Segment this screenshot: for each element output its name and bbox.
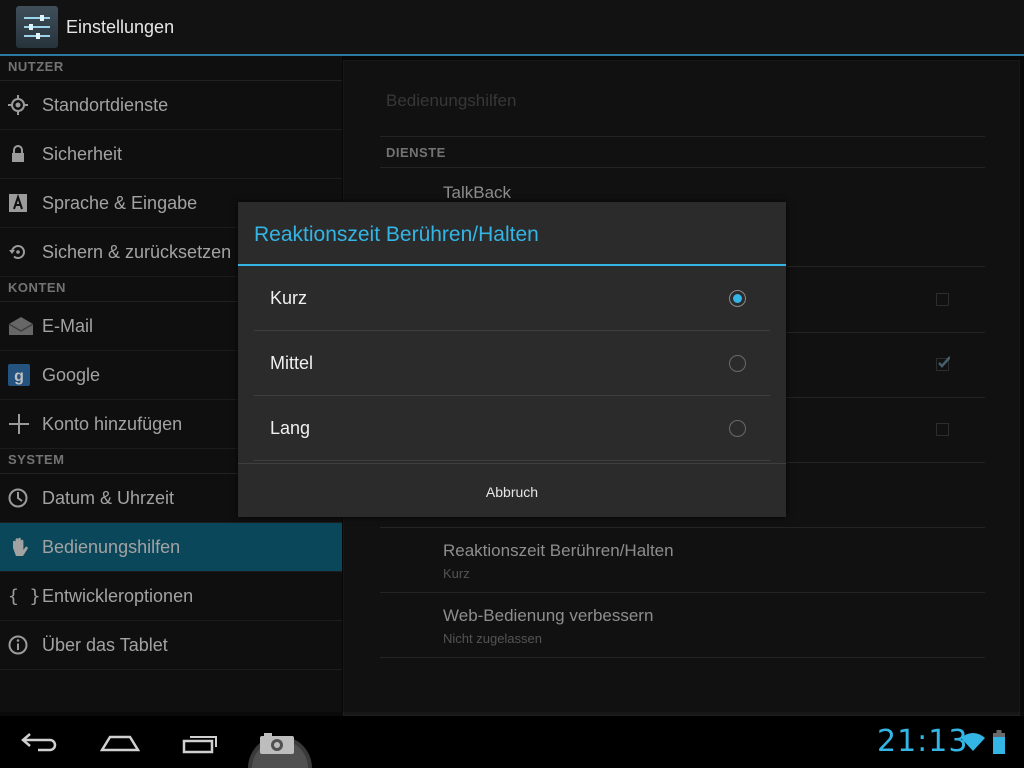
battery-icon: [993, 730, 1005, 759]
radio-button[interactable]: [729, 420, 746, 437]
option-label: Mittel: [270, 352, 314, 373]
recent-apps-button[interactable]: [182, 734, 218, 759]
option-label: Lang: [270, 417, 311, 438]
action-bar: Einstellungen: [0, 0, 1024, 56]
recent-apps-icon: [182, 736, 217, 754]
radio-button[interactable]: [729, 355, 746, 372]
screen: Einstellungen NUTZER Standortdienste Sic…: [0, 0, 1024, 768]
radio-button-checked[interactable]: [729, 290, 746, 307]
app-title: Einstellungen: [66, 16, 175, 37]
clock[interactable]: 21:13: [877, 724, 968, 759]
dialog-title: Reaktionszeit Berühren/Halten: [238, 202, 786, 266]
home-button[interactable]: [99, 734, 141, 759]
back-icon: [21, 733, 57, 752]
settings-app-icon[interactable]: [16, 6, 58, 48]
wifi-icon: [960, 732, 986, 757]
cancel-button[interactable]: Abbruch: [238, 463, 786, 517]
home-icon: [99, 735, 141, 752]
camera-icon: [248, 733, 312, 768]
touch-delay-dialog: Reaktionszeit Berühren/Halten Kurz Mitte…: [238, 202, 786, 517]
option-mittel[interactable]: Mittel: [254, 331, 770, 396]
screenshot-button[interactable]: [244, 716, 316, 768]
back-button[interactable]: [20, 730, 60, 759]
option-kurz[interactable]: Kurz: [254, 266, 770, 331]
option-label: Kurz: [270, 287, 308, 308]
option-lang[interactable]: Lang: [254, 396, 770, 461]
system-navigation-bar: 21:13: [0, 716, 1024, 768]
